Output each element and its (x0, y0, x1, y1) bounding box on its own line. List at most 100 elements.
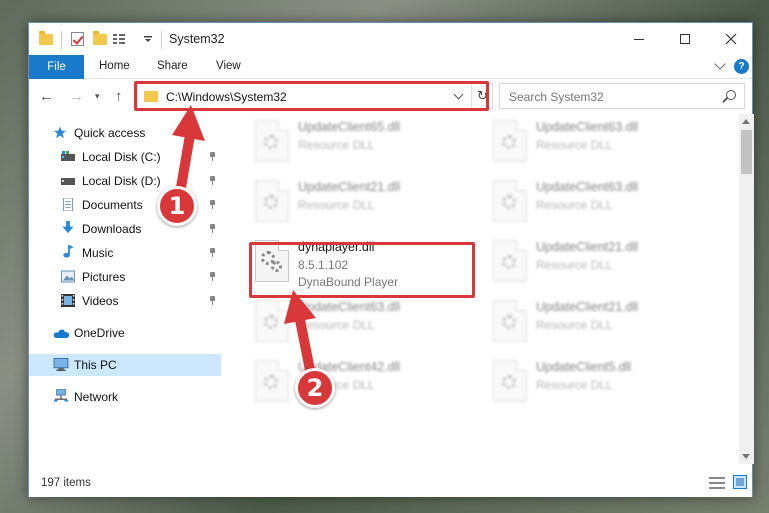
pin-icon[interactable] (209, 248, 216, 257)
file-name: dynaplayer.dll (298, 240, 375, 254)
dll-file-icon (255, 360, 289, 402)
sidebar-item-this-pc[interactable]: This PC (29, 354, 221, 376)
dll-file-icon (255, 180, 289, 222)
address-bar[interactable]: C:\Windows\System32 ↻ (137, 83, 493, 109)
sidebar-item-label: Network (74, 390, 119, 404)
file-description: Resource DLL (298, 138, 375, 152)
sidebar-item-videos[interactable]: Videos (29, 290, 221, 312)
star-icon (53, 126, 67, 139)
list-item[interactable]: UpdateClient63.dll Resource DLL (487, 118, 717, 170)
sidebar-item-label: Music (82, 246, 114, 260)
status-bar: 197 items (29, 470, 752, 497)
expand-ribbon-chevron-icon[interactable] (714, 58, 726, 70)
list-item[interactable]: UpdateClient63.dll Resource DLL (487, 178, 717, 230)
navigation-bar: ← → ▾ ↑ C:\Windows\System32 ↻ Search Sys… (29, 79, 752, 114)
scroll-up-arrow-icon[interactable] (742, 119, 750, 124)
scroll-down-arrow-icon[interactable] (742, 454, 750, 459)
back-arrow-icon[interactable]: ← (39, 88, 54, 105)
sidebar-item-network[interactable]: Network (29, 386, 221, 408)
file-name: UpdateClient63.dll (536, 180, 639, 194)
ribbon-tabs: File Home Share View ? (29, 55, 752, 79)
new-folder-icon[interactable] (93, 31, 107, 45)
sidebar-item-quick-access[interactable]: Quick access (29, 122, 221, 144)
minimize-icon (634, 38, 644, 40)
forward-arrow-icon[interactable]: → (69, 88, 84, 105)
vertical-scrollbar[interactable] (739, 114, 754, 464)
list-item[interactable]: UpdateClient5.dll Resource DLL (487, 358, 717, 410)
list-item[interactable]: UpdateClient63.dll Resource DLL (249, 298, 479, 350)
customize-toolbar-icon[interactable] (113, 33, 129, 45)
downloads-icon (62, 221, 74, 234)
divider (161, 31, 162, 49)
large-icons-view-icon[interactable] (733, 475, 747, 489)
list-item[interactable]: UpdateClient42.dll Resource DLL (249, 358, 479, 410)
up-arrow-icon[interactable]: ↑ (115, 88, 123, 105)
recent-locations-chevron-icon[interactable]: ▾ (95, 91, 100, 102)
file-description: Resource DLL (536, 378, 613, 392)
search-input[interactable]: Search System32 (499, 83, 745, 109)
dropdown-arrow-icon[interactable] (143, 33, 153, 43)
tab-view[interactable]: View (216, 60, 241, 72)
pin-icon[interactable] (209, 176, 216, 185)
pin-icon[interactable] (209, 296, 216, 305)
sidebar-item-music[interactable]: Music (29, 242, 221, 264)
sidebar-item-label: Videos (82, 294, 119, 308)
minimize-button[interactable] (616, 23, 662, 55)
tab-share[interactable]: Share (157, 60, 188, 72)
details-view-icon[interactable] (709, 477, 725, 489)
file-description: Resource DLL (536, 198, 613, 212)
file-name: UpdateClient5.dll (536, 360, 632, 374)
sidebar-item-label: Downloads (82, 222, 142, 236)
pin-icon[interactable] (209, 272, 216, 281)
tab-file[interactable]: File (29, 55, 84, 79)
title-bar: System32 (29, 23, 752, 55)
tab-home[interactable]: Home (99, 60, 130, 72)
file-description: Resource DLL (536, 258, 613, 272)
scrollbar-thumb[interactable] (741, 130, 752, 174)
sidebar-item-onedrive[interactable]: OneDrive (29, 322, 221, 344)
file-description: Resource DLL (298, 198, 375, 212)
pin-icon[interactable] (209, 224, 216, 233)
sidebar-item-local-disk-c[interactable]: Local Disk (C:) (29, 146, 221, 168)
callout-badge-2: 2 (295, 368, 335, 408)
refresh-icon[interactable]: ↻ (471, 84, 493, 108)
search-placeholder: Search System32 (509, 90, 604, 104)
cloud-icon (53, 329, 70, 338)
help-icon[interactable]: ? (734, 59, 749, 74)
sidebar-item-pictures[interactable]: Pictures (29, 266, 221, 288)
sidebar-item-label: Documents (82, 198, 143, 212)
list-item-dynaplayer-dll[interactable]: dynaplayer.dll 8.5.1.102 DynaBound Playe… (249, 238, 479, 290)
address-path[interactable]: C:\Windows\System32 (166, 90, 287, 104)
item-count: 197 items (41, 477, 91, 489)
file-name: UpdateClient65.dll (298, 120, 401, 134)
list-item[interactable]: UpdateClient21.dll Resource DLL (487, 298, 717, 350)
file-name: UpdateClient21.dll (536, 240, 639, 254)
dll-file-icon (493, 300, 527, 342)
callout-badge-1: 1 (157, 186, 197, 226)
explorer-window: System32 File Home Share View ? ← → ▾ ↑ … (28, 22, 754, 497)
maximize-button[interactable] (662, 23, 708, 55)
sidebar-item-downloads[interactable]: Downloads (29, 218, 221, 240)
videos-icon (61, 294, 75, 307)
properties-icon[interactable] (71, 32, 84, 46)
pin-icon[interactable] (209, 200, 216, 209)
list-item[interactable]: UpdateClient21.dll Resource DLL (249, 178, 479, 230)
dll-file-icon (255, 120, 289, 162)
network-icon (54, 389, 68, 402)
dll-file-icon (255, 240, 289, 282)
close-button[interactable] (708, 23, 754, 55)
sidebar-item-label: Local Disk (D:) (82, 174, 161, 188)
folder-icon[interactable] (39, 31, 53, 45)
divider (61, 31, 62, 49)
search-icon[interactable] (726, 90, 736, 100)
pin-icon[interactable] (209, 152, 216, 161)
list-item[interactable]: UpdateClient65.dll Resource DLL (249, 118, 479, 170)
file-description: Resource DLL (536, 318, 613, 332)
address-dropdown-chevron-icon[interactable] (453, 89, 464, 100)
list-item[interactable]: UpdateClient21.dll Resource DLL (487, 238, 717, 290)
sidebar-item-local-disk-d[interactable]: Local Disk (D:) (29, 170, 221, 192)
file-name: UpdateClient63.dll (536, 120, 639, 134)
file-name: UpdateClient21.dll (298, 180, 401, 194)
documents-icon (62, 198, 74, 211)
file-description: Resource DLL (536, 138, 613, 152)
